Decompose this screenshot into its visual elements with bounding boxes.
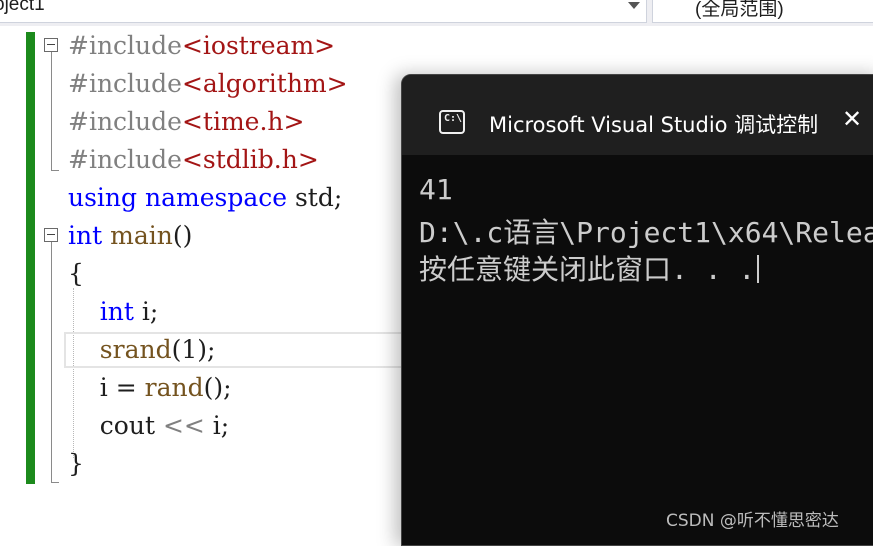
chevron-down-icon[interactable] [628, 2, 640, 9]
code-line[interactable]: { [68, 255, 84, 293]
outline-line [51, 242, 52, 482]
code-token: #include [68, 69, 182, 98]
collapse-icon[interactable] [44, 228, 58, 242]
code-token: <time.h> [181, 107, 305, 136]
outline-end [51, 170, 59, 171]
code-line[interactable]: srand(1); [68, 331, 216, 369]
code-token: cout [68, 411, 163, 440]
code-token: #include [68, 107, 182, 136]
console-output-number: 41 [419, 173, 453, 206]
code-token: (); [203, 373, 232, 402]
code-token: } [68, 449, 84, 478]
watermark: CSDN @听不懂思密达 [666, 511, 839, 531]
terminal-icon-glyph: C:\ [444, 113, 463, 124]
code-token: i; [133, 297, 159, 326]
debug-console-window[interactable]: C:\ Microsoft Visual Studio 调试控制台 ✕ 41 D… [401, 74, 873, 546]
code-token: i; [204, 411, 230, 440]
project-dropdown-value: oject1 [0, 0, 45, 15]
change-tracking-bar [26, 32, 35, 484]
terminal-icon: C:\ [439, 110, 465, 134]
code-token: using [68, 183, 138, 212]
code-line[interactable]: cout << i; [68, 407, 229, 445]
code-token: #include [68, 145, 182, 174]
code-token: { [68, 259, 84, 288]
code-line[interactable]: #include<stdlib.h> [68, 141, 319, 179]
code-token: <iostream> [181, 31, 336, 60]
outline-end [51, 482, 59, 483]
code-line[interactable]: int main() [68, 217, 192, 255]
code-token: (1); [171, 335, 216, 364]
code-token: std; [287, 183, 343, 212]
code-token: <algorithm> [181, 69, 348, 98]
code-token: i = [68, 373, 145, 402]
code-token: srand [99, 335, 172, 364]
code-token: () [172, 221, 193, 250]
code-token: rand [144, 373, 204, 402]
project-dropdown[interactable]: oject1 [0, 0, 647, 23]
console-output-path: D:\.c语言\Project1\x64\Release\Project1.ex… [419, 216, 873, 249]
code-line[interactable]: using namespace std; [68, 179, 342, 217]
code-token: namespace [144, 183, 288, 212]
code-line[interactable]: #include<algorithm> [68, 65, 348, 103]
code-token: int [99, 297, 134, 326]
code-token: main [110, 221, 173, 250]
code-token: #include [68, 31, 182, 60]
console-titlebar[interactable]: C:\ Microsoft Visual Studio 调试控制台 ✕ [402, 75, 873, 155]
text-cursor [757, 255, 760, 283]
code-line[interactable]: i = rand(); [68, 369, 232, 407]
code-line[interactable]: } [68, 445, 84, 483]
code-line[interactable]: #include<iostream> [68, 27, 335, 65]
toolbar: oject1 (全局范围) [0, 0, 873, 26]
outline-line [51, 52, 52, 170]
code-line[interactable]: int i; [68, 293, 159, 331]
collapse-icon[interactable] [44, 38, 58, 52]
console-output-prompt: 按任意键关闭此窗口. . . [419, 248, 760, 288]
scope-dropdown[interactable]: (全局范围) [652, 0, 873, 23]
console-title: Microsoft Visual Studio 调试控制台 [489, 113, 819, 137]
code-line[interactable]: #include<time.h> [68, 103, 304, 141]
close-icon[interactable]: ✕ [842, 105, 862, 133]
scope-dropdown-value: (全局范围) [695, 0, 784, 20]
console-prompt-text: 按任意键关闭此窗口. . . [419, 253, 756, 286]
code-token: int [68, 221, 103, 250]
code-token: << [162, 411, 205, 440]
code-token: <stdlib.h> [181, 145, 319, 174]
